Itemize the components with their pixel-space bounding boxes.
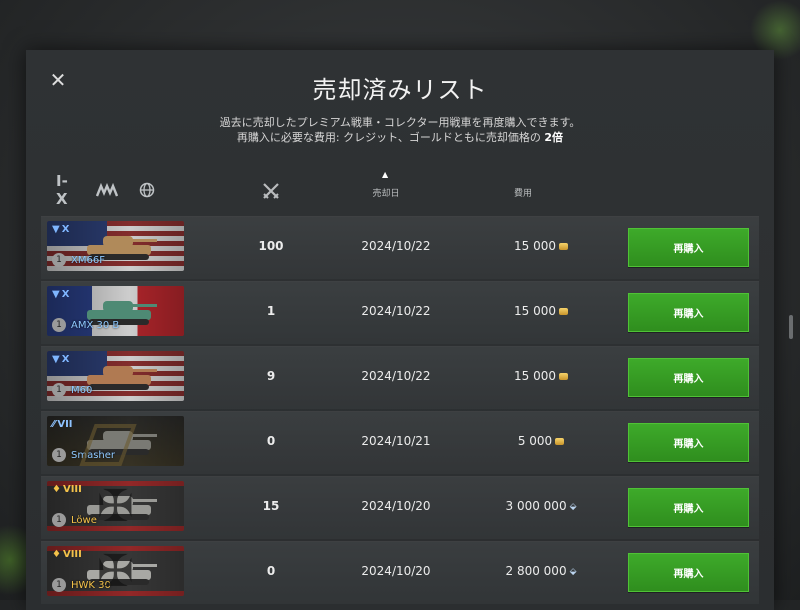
rebuy-cost-note: 再購入に必要な費用: クレジット、ゴールドともに売却価格の 2倍 [26,129,774,145]
battles-count: 15 [262,499,280,513]
rebuy-button[interactable]: 再購入 [628,488,749,527]
crystals-icon: ⬙ [569,566,577,577]
rebuy-button[interactable]: 再購入 [628,293,749,332]
vehicle-type-icon: ▼ [52,289,60,300]
scrollbar[interactable] [789,315,793,339]
rebuy-button[interactable]: 再購入 [628,358,749,397]
list-item: ▼ X 1 M60 9 2024/10/22 15 000 再購入 [41,346,759,409]
credits-icon [559,308,568,315]
tank-name: AMX 30 B [71,320,120,331]
sold-vehicles-dialog: ✕ 売却済みリスト 過去に売却したプレミアム戦車・コレクター用戦車を再度購入でき… [26,50,793,610]
rebuy-cost: 2 800 000 ⬙ [505,564,577,578]
rebuy-cost: 15 000 [481,239,601,253]
tank-name: M60 [71,385,93,396]
vehicle-card[interactable]: ⁄⁄ VII 1 Smasher [47,416,184,466]
tank-name: HWK 30 [71,580,111,591]
tier-filter[interactable]: I-X [56,172,78,208]
rebuy-cost: 15 000 [481,369,601,383]
vehicle-type-icon: ⁄⁄ [52,419,56,430]
tank-name: Smasher [71,450,116,461]
sold-date: 2024/10/22 [361,304,431,318]
vehicle-class-icon[interactable] [96,181,118,199]
battles-count: 0 [266,564,276,578]
credits-icon [559,243,568,250]
mastery-level-badge: 1 [52,383,66,397]
vehicle-card[interactable]: ♦ VIII 1 Löwe [47,481,184,531]
crystals-icon: ⬙ [569,501,577,512]
tier-badge: ⁄⁄ VII [52,419,73,430]
rebuy-cost: 3 000 000 ⬙ [505,499,577,513]
vehicle-type-icon: ▼ [52,354,60,365]
list-item: ▼ X 1 AMX 30 B 1 2024/10/22 15 000 再購入 [41,281,759,344]
vehicle-card[interactable]: ▼ X 1 M60 [47,351,184,401]
mastery-level-badge: 1 [52,578,66,592]
crossed-swords-icon[interactable] [260,182,282,203]
list-item: ▼ X 1 XM66F 100 2024/10/22 15 000 再購入 [41,216,759,279]
mastery-level-badge: 1 [52,448,66,462]
rebuy-cost: 15 000 [481,304,601,318]
tier-badge: ♦ VIII [52,549,82,560]
battles-count: 1 [266,304,276,318]
tank-image [87,431,157,455]
tier-badge: ▼ X [52,354,70,365]
filter-bar: I-X [56,172,158,208]
rebuy-button[interactable]: 再購入 [628,228,749,267]
mastery-level-badge: 1 [52,513,66,527]
list-item: ♦VIII 1 HWK 30 0 2024/10/20 2 800 000⬙ 再… [41,541,759,604]
list-item: ♦VIII 1 Löwe 15 2024/10/20 3 000 000⬙ 再購… [41,476,759,539]
credits-icon [559,373,568,380]
sold-date: 2024/10/21 [361,434,431,448]
rebuy-cost-multiplier: 2倍 [544,131,564,144]
tank-name: Löwe [71,515,97,526]
list-item: ⁄⁄ VII 1 Smasher 0 2024/10/21 5 000 再購入 [41,411,759,474]
mastery-level-badge: 1 [52,318,66,332]
vehicle-card[interactable]: ▼ X 1 AMX 30 B [47,286,184,336]
sold-date: 2024/10/20 [361,499,431,513]
sort-arrow-icon: ▲ [382,170,389,179]
mastery-level-badge: 1 [52,253,66,267]
sold-date: 2024/10/20 [361,564,431,578]
tier-badge: ▼ X [52,289,70,300]
vehicle-type-icon: ▼ [52,224,60,235]
vehicle-type-icon: ♦ [52,549,61,560]
rebuy-button[interactable]: 再購入 [628,423,749,462]
dialog-subtitle: 過去に売却したプレミアム戦車・コレクター用戦車を再度購入できます。 [219,116,581,129]
tank-image [87,366,157,390]
sold-date: 2024/10/22 [361,239,431,253]
rebuy-cost-note-text: 再購入に必要な費用: クレジット、ゴールドともに売却価格の [236,131,541,144]
battles-count: 100 [258,239,284,253]
rebuy-cost: 5 000 [481,434,601,448]
sold-date: 2024/10/22 [361,369,431,383]
vehicle-card[interactable]: ▼ X 1 XM66F [47,221,184,271]
dialog-title: 売却済みリスト [312,76,488,104]
sold-vehicles-list: ▼ X 1 XM66F 100 2024/10/22 15 000 再購入 ▼ X … [41,216,759,606]
tank-name: XM66F [71,255,105,266]
column-sold-date[interactable]: ▲ 売却日 [356,170,416,199]
tier-badge: ♦ VIII [52,484,82,495]
credits-icon [555,438,565,445]
vehicle-card[interactable]: ♦ VIII 1 HWK 30 [47,546,184,596]
globe-icon[interactable] [136,181,158,199]
vehicle-type-icon: ♦ [52,484,61,495]
rebuy-button[interactable]: 再購入 [628,553,749,592]
battles-count: 0 [266,434,276,448]
column-sold-date-label: 売却日 [372,189,400,199]
tier-badge: ▼ X [52,224,70,235]
battles-count: 9 [266,369,276,383]
column-cost[interactable]: 費用 [498,186,548,199]
